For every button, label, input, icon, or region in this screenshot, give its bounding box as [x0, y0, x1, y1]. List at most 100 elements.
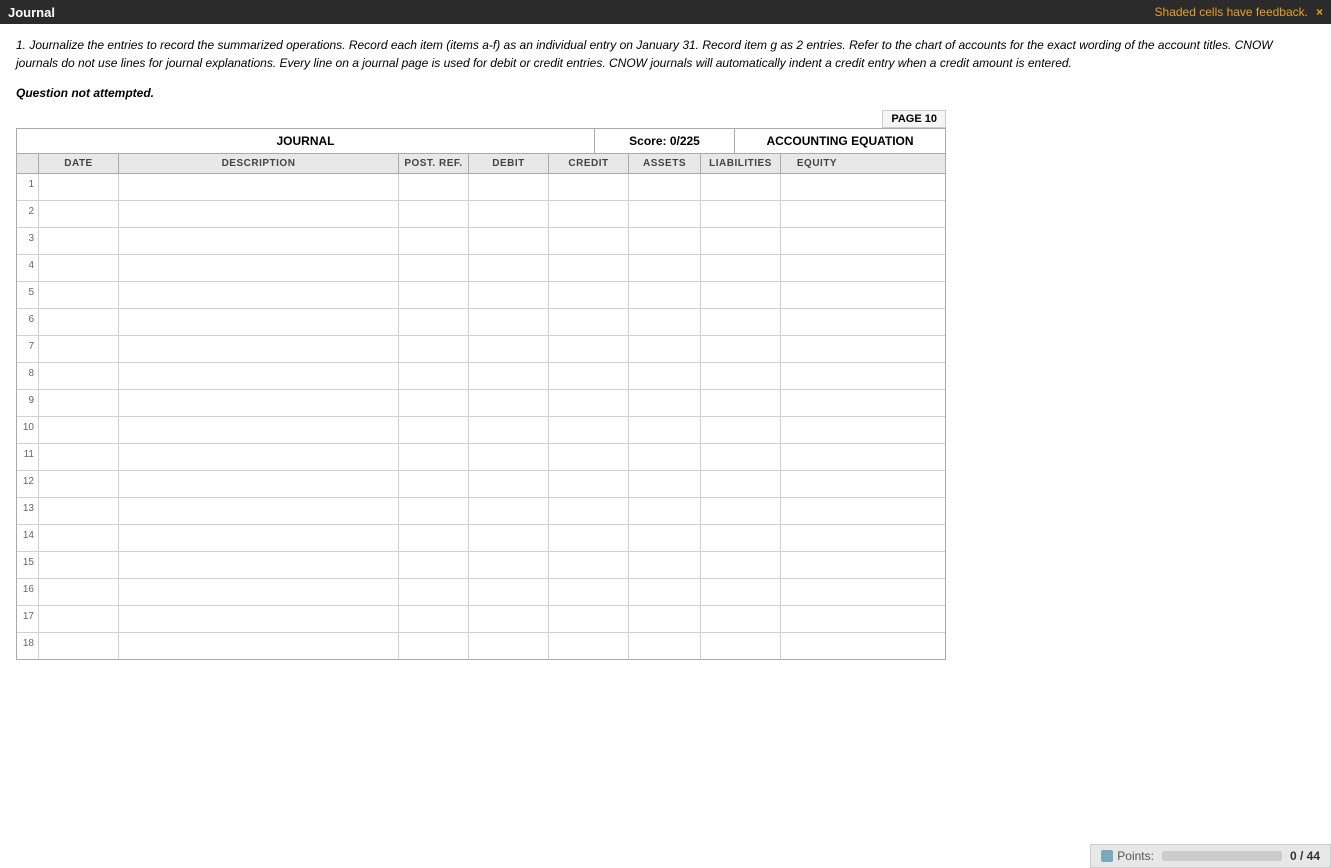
input-desc-11[interactable]: [122, 446, 395, 468]
input-credit-9[interactable]: [552, 392, 625, 414]
cell-desc-4[interactable]: [119, 255, 399, 281]
input-desc-6[interactable]: [122, 311, 395, 333]
cell-debit-17[interactable]: [469, 606, 549, 632]
input-date-16[interactable]: [42, 581, 115, 603]
input-credit-13[interactable]: [552, 500, 625, 522]
input-credit-10[interactable]: [552, 419, 625, 441]
cell-credit-13[interactable]: [549, 498, 629, 524]
cell-credit-6[interactable]: [549, 309, 629, 335]
input-credit-7[interactable]: [552, 338, 625, 360]
cell-debit-2[interactable]: [469, 201, 549, 227]
input-postref-7[interactable]: [402, 338, 465, 360]
input-credit-8[interactable]: [552, 365, 625, 387]
cell-postref-11[interactable]: [399, 444, 469, 470]
input-credit-2[interactable]: [552, 203, 625, 225]
cell-date-8[interactable]: [39, 363, 119, 389]
input-debit-1[interactable]: [472, 176, 545, 198]
cell-date-16[interactable]: [39, 579, 119, 605]
input-credit-4[interactable]: [552, 257, 625, 279]
input-postref-3[interactable]: [402, 230, 465, 252]
cell-credit-3[interactable]: [549, 228, 629, 254]
cell-postref-3[interactable]: [399, 228, 469, 254]
cell-credit-7[interactable]: [549, 336, 629, 362]
cell-desc-6[interactable]: [119, 309, 399, 335]
cell-credit-16[interactable]: [549, 579, 629, 605]
cell-date-12[interactable]: [39, 471, 119, 497]
cell-debit-14[interactable]: [469, 525, 549, 551]
input-credit-14[interactable]: [552, 527, 625, 549]
input-debit-10[interactable]: [472, 419, 545, 441]
cell-date-13[interactable]: [39, 498, 119, 524]
cell-credit-10[interactable]: [549, 417, 629, 443]
input-postref-16[interactable]: [402, 581, 465, 603]
cell-debit-4[interactable]: [469, 255, 549, 281]
cell-credit-11[interactable]: [549, 444, 629, 470]
input-date-7[interactable]: [42, 338, 115, 360]
cell-postref-16[interactable]: [399, 579, 469, 605]
cell-date-7[interactable]: [39, 336, 119, 362]
cell-desc-16[interactable]: [119, 579, 399, 605]
input-date-8[interactable]: [42, 365, 115, 387]
input-debit-8[interactable]: [472, 365, 545, 387]
cell-credit-15[interactable]: [549, 552, 629, 578]
input-debit-9[interactable]: [472, 392, 545, 414]
close-button[interactable]: ×: [1316, 5, 1323, 19]
input-postref-12[interactable]: [402, 473, 465, 495]
cell-credit-17[interactable]: [549, 606, 629, 632]
cell-credit-8[interactable]: [549, 363, 629, 389]
input-credit-5[interactable]: [552, 284, 625, 306]
input-date-2[interactable]: [42, 203, 115, 225]
input-credit-3[interactable]: [552, 230, 625, 252]
cell-debit-16[interactable]: [469, 579, 549, 605]
input-postref-11[interactable]: [402, 446, 465, 468]
cell-date-3[interactable]: [39, 228, 119, 254]
cell-debit-12[interactable]: [469, 471, 549, 497]
cell-postref-10[interactable]: [399, 417, 469, 443]
input-postref-17[interactable]: [402, 608, 465, 630]
cell-debit-18[interactable]: [469, 633, 549, 659]
input-credit-12[interactable]: [552, 473, 625, 495]
input-desc-14[interactable]: [122, 527, 395, 549]
cell-postref-13[interactable]: [399, 498, 469, 524]
input-desc-16[interactable]: [122, 581, 395, 603]
input-postref-14[interactable]: [402, 527, 465, 549]
cell-credit-4[interactable]: [549, 255, 629, 281]
cell-postref-2[interactable]: [399, 201, 469, 227]
feedback-link[interactable]: Shaded cells have feedback.: [1155, 5, 1308, 19]
input-desc-9[interactable]: [122, 392, 395, 414]
input-credit-11[interactable]: [552, 446, 625, 468]
cell-postref-1[interactable]: [399, 174, 469, 200]
cell-debit-1[interactable]: [469, 174, 549, 200]
input-desc-18[interactable]: [122, 635, 395, 657]
cell-date-4[interactable]: [39, 255, 119, 281]
cell-date-2[interactable]: [39, 201, 119, 227]
input-debit-15[interactable]: [472, 554, 545, 576]
input-date-5[interactable]: [42, 284, 115, 306]
cell-credit-2[interactable]: [549, 201, 629, 227]
cell-credit-1[interactable]: [549, 174, 629, 200]
input-postref-9[interactable]: [402, 392, 465, 414]
cell-date-11[interactable]: [39, 444, 119, 470]
cell-credit-14[interactable]: [549, 525, 629, 551]
input-date-4[interactable]: [42, 257, 115, 279]
input-date-18[interactable]: [42, 635, 115, 657]
input-desc-15[interactable]: [122, 554, 395, 576]
input-credit-15[interactable]: [552, 554, 625, 576]
input-postref-18[interactable]: [402, 635, 465, 657]
input-debit-17[interactable]: [472, 608, 545, 630]
input-date-13[interactable]: [42, 500, 115, 522]
input-debit-18[interactable]: [472, 635, 545, 657]
input-debit-6[interactable]: [472, 311, 545, 333]
input-date-12[interactable]: [42, 473, 115, 495]
cell-postref-18[interactable]: [399, 633, 469, 659]
cell-postref-6[interactable]: [399, 309, 469, 335]
cell-desc-12[interactable]: [119, 471, 399, 497]
input-debit-14[interactable]: [472, 527, 545, 549]
cell-desc-18[interactable]: [119, 633, 399, 659]
input-debit-4[interactable]: [472, 257, 545, 279]
cell-date-15[interactable]: [39, 552, 119, 578]
input-desc-5[interactable]: [122, 284, 395, 306]
cell-postref-12[interactable]: [399, 471, 469, 497]
cell-debit-10[interactable]: [469, 417, 549, 443]
input-debit-16[interactable]: [472, 581, 545, 603]
